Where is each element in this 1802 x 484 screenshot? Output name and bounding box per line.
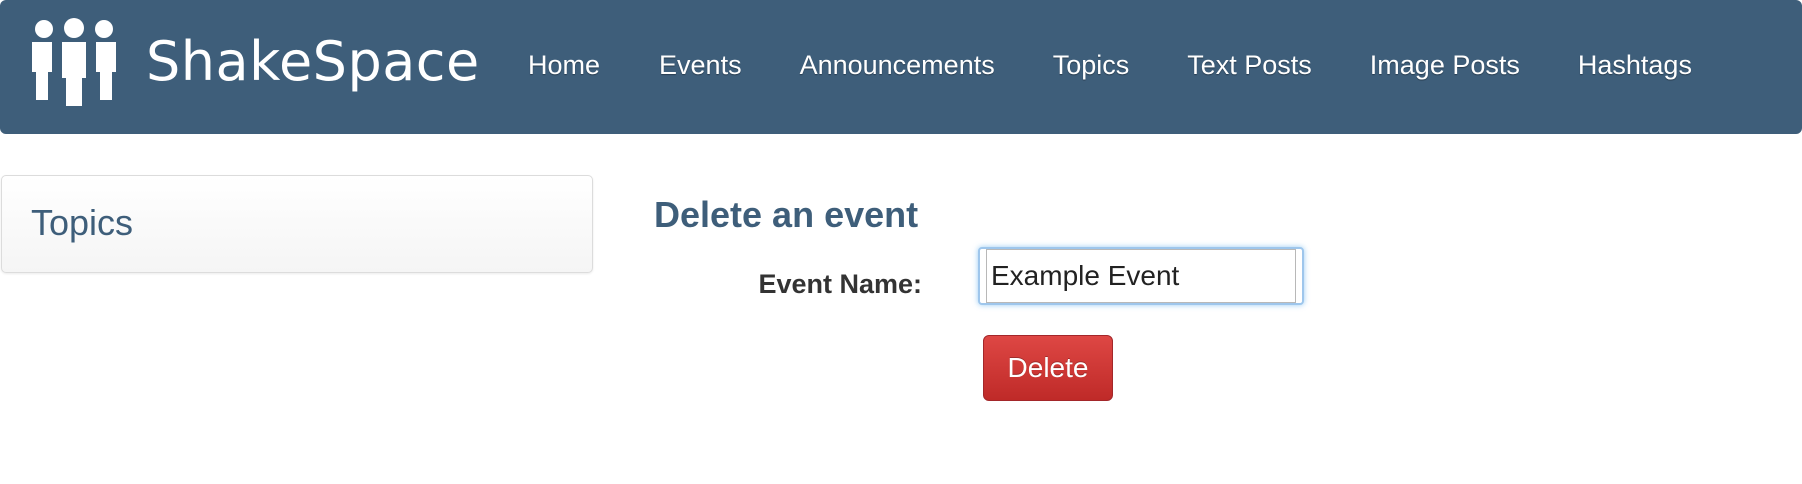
page-title: Delete an event (654, 194, 919, 235)
delete-button[interactable]: Delete (983, 335, 1113, 401)
brand[interactable]: ShakeSpace (30, 18, 480, 106)
nav-item-text-posts[interactable]: Text Posts (1187, 50, 1312, 81)
sidebar-title: Topics (31, 202, 134, 243)
top-navbar: ShakeSpace Home Events Announcements Top… (0, 0, 1802, 134)
event-name-input[interactable] (986, 249, 1296, 303)
event-name-field-wrapper (978, 247, 1304, 305)
nav-item-topics[interactable]: Topics (1053, 50, 1130, 81)
nav-item-home[interactable]: Home (528, 50, 600, 81)
topics-sidebar: Topics (1, 175, 593, 273)
main-nav: Home Events Announcements Topics Text Po… (528, 0, 1692, 130)
nav-item-events[interactable]: Events (659, 50, 742, 81)
nav-item-announcements[interactable]: Announcements (800, 50, 995, 81)
brand-name: ShakeSpace (146, 30, 480, 93)
people-group-icon (32, 18, 116, 106)
nav-item-image-posts[interactable]: Image Posts (1370, 50, 1520, 81)
event-name-label: Event Name: (758, 269, 922, 299)
nav-item-hashtags[interactable]: Hashtags (1578, 50, 1692, 81)
